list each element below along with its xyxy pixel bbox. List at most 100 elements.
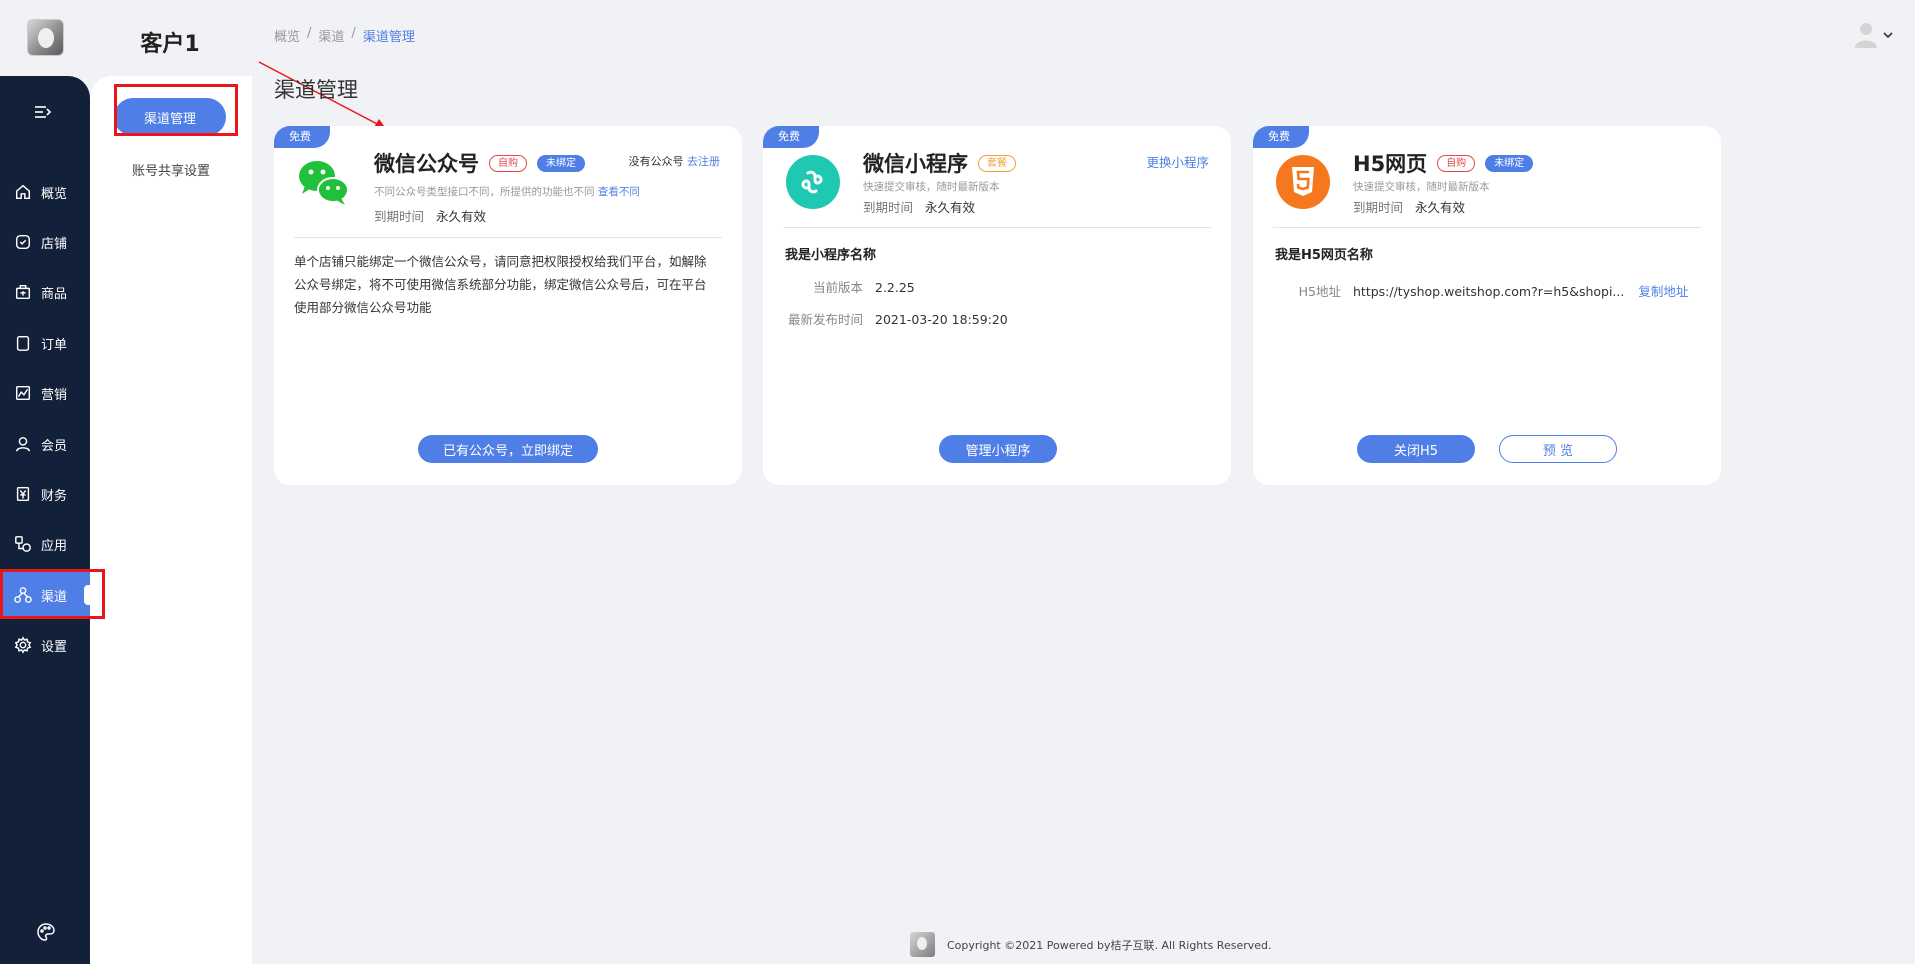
sidebar-item-member[interactable]: 会员 [0, 420, 90, 468]
user-menu[interactable] [1855, 22, 1893, 48]
user-icon [15, 436, 31, 452]
sidebar-item-label: 财务 [41, 488, 68, 504]
expire-value: 永久有效 [436, 209, 487, 224]
expire-label: 到期时间 [374, 209, 425, 224]
chart-icon [15, 385, 31, 401]
expire-label: 到期时间 [1353, 200, 1404, 215]
h5-card: 免费 H5网页 自购 未绑定 快速提交审核，随时最新版本 到期时间 永久有效 我是… [1253, 126, 1721, 485]
sidebar-item-settings[interactable]: 设置 [0, 621, 90, 669]
version-label: 当前版本 [812, 280, 863, 295]
sidebar-item-shop[interactable]: 店铺 [0, 218, 90, 266]
divider [783, 227, 1211, 228]
apps-icon [15, 536, 31, 552]
main-sidebar: 概览 店铺 商品 订单 营销 会员 财务 应用 渠道 设置 [0, 76, 90, 964]
sidebar-item-marketing[interactable]: 营销 [0, 369, 90, 417]
preview-button[interactable]: 预 览 [1499, 435, 1617, 463]
gear-icon [14, 636, 32, 654]
yen-icon [16, 486, 30, 502]
publish-row: 最新发布时间 2021-03-20 18:59:20 [785, 309, 1008, 328]
sidebar-item-apps[interactable]: 应用 [0, 520, 90, 568]
card-subtitle: 不同公众号类型接口不同，所提供的功能也不同 查看不同 [374, 184, 640, 199]
divider [1273, 227, 1701, 228]
page-title: 渠道管理 [274, 78, 358, 102]
miniprogram-icon [786, 155, 840, 209]
menu-collapse-icon[interactable] [34, 103, 52, 124]
sidebar-item-label: 概览 [41, 186, 68, 202]
card-title-text: 微信公众号 [374, 152, 479, 176]
footer: Copyright ©2021 Powered by桔子互联. All Righ… [910, 932, 1272, 957]
expire-row: 到期时间 永久有效 [1353, 197, 1465, 216]
switch-miniprogram-link[interactable]: 更换小程序 [1146, 152, 1209, 171]
store-name: 客户1 [140, 32, 200, 57]
card-subtitle: 快速提交审核，随时最新版本 [1353, 181, 1490, 193]
sub-sidebar: 渠道管理 账号共享设置 [90, 76, 252, 964]
miniprogram-name: 我是小程序名称 [785, 248, 877, 263]
unbound-badge: 未绑定 [1485, 154, 1534, 172]
miniprogram-card: 免费 微信小程序 套餐 更换小程序 快速提交审核，随时最新版本 到期时间 永久有效… [763, 126, 1231, 485]
breadcrumb-current: 渠道管理 [362, 30, 415, 45]
sidebar-item-goods[interactable]: 商品 [0, 268, 90, 316]
breadcrumb-item[interactable]: 概览 [274, 26, 300, 45]
wechat-oa-card: 免费 微信公众号 自购 未绑定 没有公众号 去注册 不同公众号类型接口不同，所提… [274, 126, 742, 485]
subtitle-text: 不同公众号类型接口不同，所提供的功能也不同 [374, 186, 595, 198]
publish-value: 2021-03-20 18:59:20 [875, 312, 1008, 327]
html5-icon [1276, 155, 1330, 209]
card-title: 微信小程序 套餐 [863, 148, 1016, 178]
url-value: https://tyshop.weitshop.com?r=h5&shopi..… [1353, 284, 1625, 299]
sidebar-item-order[interactable]: 订单 [0, 319, 90, 367]
register-link[interactable]: 去注册 [687, 155, 720, 168]
view-difference-link[interactable]: 查看不同 [598, 186, 640, 198]
order-icon [16, 335, 30, 351]
store-logo [27, 19, 64, 56]
version-value: 2.2.25 [875, 280, 915, 295]
free-badge: 免费 [1253, 126, 1309, 148]
card-title-text: 微信小程序 [863, 152, 968, 176]
url-row: H5地址 https://tyshop.weitshop.com?r=h5&sho… [1275, 281, 1689, 300]
annotation-box-subnav [114, 84, 238, 136]
bind-account-button[interactable]: 已有公众号，立即绑定 [418, 435, 598, 463]
h5-name: 我是H5网页名称 [1275, 248, 1373, 263]
sidebar-item-label: 会员 [41, 438, 68, 454]
user-avatar-icon [1855, 23, 1877, 48]
sidebar-item-label: 设置 [41, 639, 68, 655]
wechat-icon [299, 161, 349, 205]
card-title: H5网页 自购 未绑定 [1353, 148, 1534, 178]
card-subtitle: 快速提交审核，随时最新版本 [863, 181, 1000, 193]
chevron-down-icon [1883, 32, 1893, 39]
manage-miniprogram-button[interactable]: 管理小程序 [939, 435, 1057, 463]
sidebar-item-label: 订单 [41, 337, 68, 353]
card-title: 微信公众号 自购 未绑定 [374, 148, 585, 178]
breadcrumb-separator: / [307, 26, 312, 41]
close-h5-button[interactable]: 关闭H5 [1357, 435, 1475, 463]
expire-label: 到期时间 [863, 200, 914, 215]
expire-value: 永久有效 [925, 200, 976, 215]
register-hint: 没有公众号 去注册 [629, 153, 721, 169]
home-icon [15, 184, 31, 200]
sidebar-item-label: 店铺 [41, 236, 68, 252]
self-purchase-badge: 自购 [1437, 154, 1476, 172]
copy-url-link[interactable]: 复制地址 [1638, 284, 1688, 299]
unbound-badge: 未绑定 [537, 154, 585, 172]
sidebar-item-overview[interactable]: 概览 [0, 168, 90, 216]
subnav-account-share[interactable]: 账号共享设置 [90, 160, 252, 179]
expire-row: 到期时间 永久有效 [374, 206, 486, 225]
shop-icon [15, 234, 31, 250]
self-purchase-badge: 自购 [489, 154, 527, 172]
footer-logo [910, 932, 935, 957]
expire-value: 永久有效 [1415, 200, 1466, 215]
sidebar-item-label: 应用 [41, 538, 68, 554]
sidebar-item-label: 商品 [41, 286, 68, 302]
url-label: H5地址 [1298, 284, 1341, 299]
palette-icon[interactable] [36, 922, 56, 942]
breadcrumb-separator: / [351, 26, 356, 41]
card-description: 单个店铺只能绑定一个微信公众号，请同意把权限授权给我们平台，如解除公众号绑定，将… [294, 254, 707, 315]
goods-icon [15, 284, 31, 300]
sidebar-item-finance[interactable]: 财务 [0, 470, 90, 518]
breadcrumb-item[interactable]: 渠道 [318, 26, 344, 45]
version-row: 当前版本 2.2.25 [785, 277, 915, 296]
free-badge: 免费 [274, 126, 330, 148]
card-title-text: H5网页 [1353, 152, 1428, 176]
no-account-text: 没有公众号 [628, 155, 684, 168]
publish-label: 最新发布时间 [787, 312, 863, 327]
divider [294, 237, 722, 238]
